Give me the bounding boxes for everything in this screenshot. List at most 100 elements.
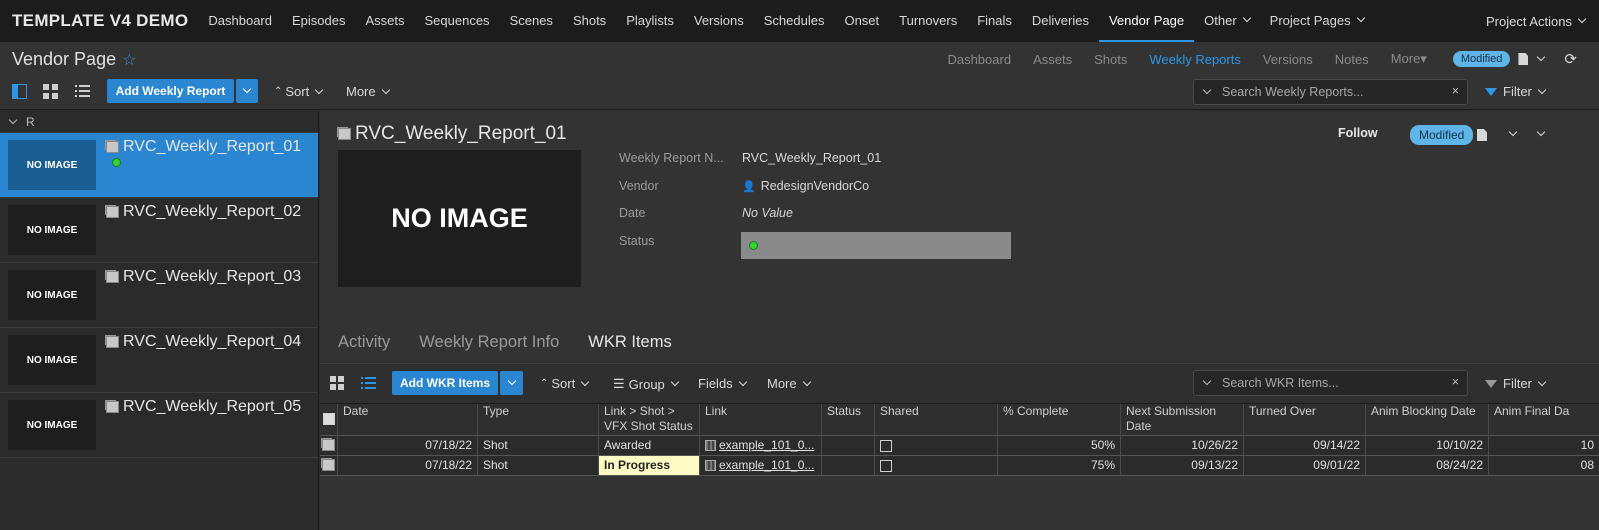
app-title[interactable]: TEMPLATE V4 DEMO — [12, 11, 188, 31]
list-item[interactable]: NO IMAGE RVC_Weekly_Report_05 — [0, 393, 318, 458]
tab-activity[interactable]: Activity — [338, 333, 390, 352]
split-view-icon[interactable] — [12, 84, 27, 99]
cell-type[interactable]: Shot — [478, 436, 599, 455]
list-item[interactable]: NO IMAGE RVC_Weekly_Report_03 — [0, 263, 318, 328]
cell-shared[interactable] — [875, 436, 998, 455]
list-view-icon[interactable] — [75, 84, 90, 99]
detail-thumbnail[interactable]: NO IMAGE — [338, 150, 581, 287]
nav-turnovers[interactable]: Turnovers — [889, 0, 967, 42]
list-item[interactable]: NO IMAGE RVC_Weekly_Report_02 — [0, 198, 318, 263]
nav-versions[interactable]: Versions — [684, 0, 754, 42]
cell-status[interactable] — [822, 456, 875, 475]
add-wkr-items-button[interactable]: Add WKR Items — [392, 371, 498, 395]
page-tab-versions[interactable]: Versions — [1263, 52, 1313, 67]
grid-view-icon[interactable] — [43, 84, 58, 99]
modified-badge[interactable]: Modified — [1410, 125, 1474, 145]
nav-onset[interactable]: Onset — [834, 0, 889, 42]
cell-next-submission[interactable]: 09/13/22 — [1121, 456, 1244, 475]
filter-button[interactable]: Filter — [1485, 84, 1547, 99]
project-actions-menu[interactable]: Project Actions — [1486, 0, 1587, 42]
page-tab-assets[interactable]: Assets — [1033, 52, 1072, 67]
cell-shared[interactable] — [875, 456, 998, 475]
col-anim-blocking-date[interactable]: Anim Blocking Date — [1366, 404, 1489, 437]
cell-date[interactable]: 07/18/22 — [338, 456, 478, 475]
sort-menu[interactable]: ⌃ Sort — [274, 84, 324, 99]
cell-link[interactable]: example_101_0... — [700, 436, 822, 455]
cell-turned-over[interactable]: 09/01/22 — [1244, 456, 1366, 475]
cell-anim-final[interactable]: 10 — [1489, 436, 1599, 455]
col-complete[interactable]: % Complete — [998, 404, 1121, 437]
field-value-name[interactable]: RVC_Weekly_Report_01 — [742, 151, 881, 165]
nav-dashboard[interactable]: Dashboard — [198, 0, 282, 42]
nav-other[interactable]: Other — [1194, 0, 1260, 42]
col-turned-over[interactable]: Turned Over — [1244, 404, 1366, 437]
col-anim-final-date[interactable]: Anim Final Da — [1489, 404, 1599, 437]
list-item[interactable]: NO IMAGE RVC_Weekly_Report_01 — [0, 133, 318, 198]
chevron-down-icon[interactable] — [1508, 127, 1518, 137]
cell-complete[interactable]: 50% — [998, 436, 1121, 455]
follow-button[interactable]: Follow — [1338, 126, 1378, 140]
chevron-down-icon[interactable] — [1202, 376, 1212, 386]
nav-schedules[interactable]: Schedules — [754, 0, 835, 42]
page-tab-dashboard[interactable]: Dashboard — [947, 52, 1011, 67]
cell-anim-blocking[interactable]: 08/24/22 — [1366, 456, 1489, 475]
wkr-group-menu[interactable]: ☰ Group — [613, 376, 680, 392]
col-link[interactable]: Link — [700, 404, 822, 437]
cell-vfx-shot-status[interactable]: Awarded — [599, 436, 700, 455]
field-value-date[interactable]: No Value — [742, 206, 793, 220]
page-document-icon[interactable] — [1518, 53, 1529, 65]
col-type[interactable]: Type — [478, 404, 599, 437]
nav-shots[interactable]: Shots — [563, 0, 616, 42]
chevron-down-icon[interactable] — [1536, 127, 1546, 137]
clear-icon[interactable]: × — [1452, 84, 1459, 98]
cell-next-submission[interactable]: 10/26/22 — [1121, 436, 1244, 455]
document-icon[interactable] — [1477, 129, 1487, 141]
cell-complete[interactable]: 75% — [998, 456, 1121, 475]
page-tab-more[interactable]: More▾ — [1391, 51, 1427, 67]
cell-vfx-shot-status[interactable]: In Progress — [599, 456, 700, 475]
nav-deliveries[interactable]: Deliveries — [1022, 0, 1099, 42]
nav-vendor-page[interactable]: Vendor Page — [1098, 0, 1195, 42]
col-vfx-shot-status[interactable]: Link > Shot > VFX Shot Status — [599, 404, 700, 437]
cell-anim-blocking[interactable]: 10/10/22 — [1366, 436, 1489, 455]
nav-project-pages[interactable]: Project Pages — [1260, 0, 1374, 42]
star-icon[interactable]: ☆ — [122, 52, 136, 69]
nav-playlists[interactable]: Playlists — [616, 0, 684, 42]
group-header[interactable]: R — [0, 111, 318, 133]
list-view-icon[interactable] — [361, 376, 376, 390]
add-wkr-items-dropdown[interactable] — [500, 371, 523, 395]
add-weekly-report-button[interactable]: Add Weekly Report — [107, 79, 234, 103]
status-field[interactable] — [741, 232, 1011, 259]
shared-checkbox[interactable] — [880, 439, 892, 452]
cell-anim-final[interactable]: 08 — [1489, 456, 1599, 475]
col-status[interactable]: Status — [822, 404, 875, 437]
wkr-sort-menu[interactable]: ⌃ Sort — [540, 376, 590, 391]
cell-date[interactable]: 07/18/22 — [338, 436, 478, 455]
table-row[interactable]: 07/18/22 Shot In Progress example_101_0.… — [320, 456, 1599, 476]
cell-turned-over[interactable]: 09/14/22 — [1244, 436, 1366, 455]
table-row[interactable]: 07/18/22 Shot Awarded example_101_0... 5… — [320, 436, 1599, 456]
tab-weekly-report-info[interactable]: Weekly Report Info — [419, 333, 559, 352]
list-item[interactable]: NO IMAGE RVC_Weekly_Report_04 — [0, 328, 318, 393]
chevron-down-icon[interactable] — [1537, 52, 1546, 62]
field-value-vendor[interactable]: 👤 RedesignVendorCo — [742, 179, 869, 193]
search-wkr-items[interactable]: Search WKR Items... × — [1193, 370, 1468, 396]
add-weekly-report-dropdown[interactable] — [236, 79, 258, 103]
col-date[interactable]: Date — [338, 404, 478, 437]
page-tab-shots[interactable]: Shots — [1094, 52, 1127, 67]
shared-checkbox[interactable] — [880, 459, 892, 472]
wkr-filter-button[interactable]: Filter — [1485, 376, 1547, 391]
select-all-checkbox[interactable] — [323, 413, 335, 425]
wkr-fields-menu[interactable]: Fields — [698, 376, 747, 391]
cell-type[interactable]: Shot — [478, 456, 599, 475]
wkr-more-menu[interactable]: More — [767, 376, 811, 391]
grid-view-icon[interactable] — [330, 376, 344, 390]
nav-sequences[interactable]: Sequences — [415, 0, 500, 42]
cell-link[interactable]: example_101_0... — [700, 456, 822, 475]
nav-assets[interactable]: Assets — [355, 0, 414, 42]
nav-scenes[interactable]: Scenes — [500, 0, 563, 42]
col-shared[interactable]: Shared — [875, 404, 998, 437]
more-menu[interactable]: More — [346, 84, 390, 99]
refresh-icon[interactable]: ⟳ — [1564, 50, 1577, 68]
nav-finals[interactable]: Finals — [967, 0, 1022, 42]
